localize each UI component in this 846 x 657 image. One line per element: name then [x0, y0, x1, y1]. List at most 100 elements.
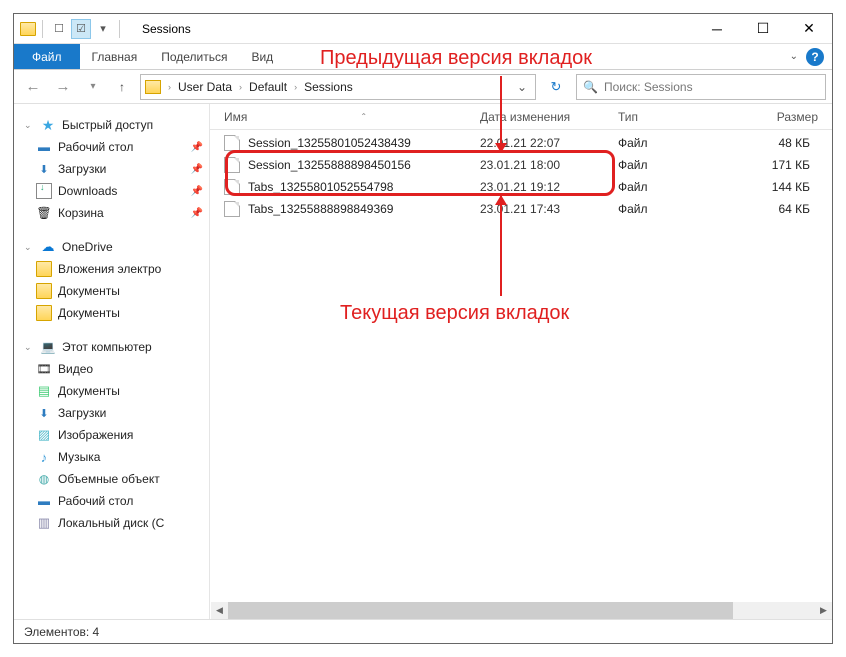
minimize-button[interactable]: ─ — [694, 14, 740, 44]
file-row[interactable]: Tabs_1325588889884936923.01.21 17:43Файл… — [210, 198, 832, 220]
column-size[interactable]: Размер — [728, 110, 818, 124]
sidebar-item-downloads-en[interactable]: Downloads📌 — [14, 180, 209, 202]
pin-icon: 📌 — [191, 164, 203, 175]
sidebar-item-label: Этот компьютер — [62, 340, 152, 354]
file-row[interactable]: Session_1325580105243843922.01.21 22:07Ф… — [210, 132, 832, 154]
sidebar-item-images[interactable]: Изображения — [14, 424, 209, 446]
sidebar-item-music[interactable]: Музыка — [14, 446, 209, 468]
file-name: Tabs_13255888898849369 — [248, 202, 480, 216]
folder-icon — [36, 305, 52, 321]
breadcrumb-1[interactable]: Default — [247, 80, 289, 94]
explorer-window: ☐ ☑ ▾ Sessions ─ ☐ ✕ Файл Главная Подели… — [13, 13, 833, 644]
close-button[interactable]: ✕ — [786, 14, 832, 44]
column-date[interactable]: Дата изменения — [480, 110, 618, 124]
file-name: Session_13255888898450156 — [248, 158, 480, 172]
column-type[interactable]: Тип — [618, 110, 728, 124]
sidebar-quick-access[interactable]: ⌄Быстрый доступ — [14, 114, 209, 136]
sidebar-item-3d-objects[interactable]: Объемные объект — [14, 468, 209, 490]
star-icon — [40, 117, 56, 133]
sidebar-this-pc[interactable]: ⌄Этот компьютер — [14, 336, 209, 358]
address-bar[interactable]: › User Data › Default › Sessions ⌄ — [140, 74, 536, 100]
sidebar-item-trash[interactable]: Корзина📌 — [14, 202, 209, 224]
sidebar-item-label: Локальный диск (C — [58, 516, 164, 530]
sidebar-item-documents-pc[interactable]: Документы — [14, 380, 209, 402]
title-bar: ☐ ☑ ▾ Sessions ─ ☐ ✕ — [14, 14, 832, 44]
ribbon-tab-share[interactable]: Поделиться — [149, 44, 239, 69]
cloud-icon — [40, 239, 56, 255]
window-folder-icon — [20, 22, 36, 36]
sidebar-item-documents[interactable]: Документы — [14, 280, 209, 302]
file-row[interactable]: Session_1325588889845015623.01.21 18:00Ф… — [210, 154, 832, 176]
breadcrumb-2[interactable]: Sessions — [302, 80, 355, 94]
sidebar-item-label: Корзина — [58, 206, 104, 220]
image-icon — [36, 427, 52, 443]
file-type: Файл — [618, 180, 728, 194]
address-dropdown-icon[interactable]: ⌄ — [513, 80, 531, 94]
sort-asc-icon: ⌃ — [360, 112, 367, 121]
search-input[interactable]: 🔍 Поиск: Sessions — [576, 74, 826, 100]
qat-dropdown-button[interactable]: ▾ — [93, 19, 113, 39]
horizontal-scrollbar[interactable]: ◀ ▶ — [211, 602, 832, 619]
maximize-button[interactable]: ☐ — [740, 14, 786, 44]
sidebar-item-downloads[interactable]: Загрузки 📌 — [14, 158, 209, 180]
chevron-right-icon[interactable]: › — [291, 82, 300, 92]
scroll-thumb[interactable] — [228, 602, 733, 619]
sidebar-item-disk-c[interactable]: Локальный диск (C — [14, 512, 209, 534]
sidebar-item-downloads-pc[interactable]: Загрузки — [14, 402, 209, 424]
document-icon — [36, 383, 52, 399]
sidebar-item-label: Документы — [58, 284, 120, 298]
search-placeholder: Поиск: Sessions — [604, 80, 693, 94]
column-label: Имя — [224, 110, 247, 124]
file-row[interactable]: Tabs_1325580105255479823.01.21 19:12Файл… — [210, 176, 832, 198]
qat-properties-button[interactable]: ☐ — [49, 19, 69, 39]
file-icon — [224, 157, 240, 173]
chevron-right-icon[interactable]: › — [236, 82, 245, 92]
scroll-left-button[interactable]: ◀ — [211, 602, 228, 619]
nav-up-button[interactable]: ↑ — [110, 75, 134, 99]
nav-forward-button[interactable]: → — [50, 74, 76, 100]
nav-history-dropdown[interactable]: ▾ — [80, 74, 106, 100]
sidebar-onedrive[interactable]: ⌄OneDrive — [14, 236, 209, 258]
column-headers: Имя ⌃ Дата изменения Тип Размер — [210, 104, 832, 130]
file-date: 23.01.21 17:43 — [480, 202, 618, 216]
file-type: Файл — [618, 158, 728, 172]
ribbon-tab-file[interactable]: Файл — [14, 44, 80, 69]
file-size: 171 КБ — [728, 158, 810, 172]
file-type: Файл — [618, 202, 728, 216]
window-title: Sessions — [142, 22, 191, 36]
ribbon-expand-icon[interactable]: ⌄ — [790, 51, 798, 62]
chevron-right-icon[interactable]: › — [165, 82, 174, 92]
refresh-button[interactable]: ↻ — [542, 74, 570, 100]
help-icon[interactable]: ? — [806, 48, 824, 66]
sidebar-item-label: OneDrive — [62, 240, 113, 254]
breadcrumb-0[interactable]: User Data — [176, 80, 234, 94]
scroll-right-button[interactable]: ▶ — [815, 602, 832, 619]
nav-back-button[interactable]: ← — [20, 74, 46, 100]
sidebar-item-label: Документы — [58, 384, 120, 398]
disk-icon — [36, 515, 52, 531]
ribbon-tabs: Файл Главная Поделиться Вид ⌄ ? — [14, 44, 832, 70]
sidebar-item-documents-2[interactable]: Документы — [14, 302, 209, 324]
scroll-track[interactable] — [228, 602, 815, 619]
sidebar-item-attachments[interactable]: Вложения электро — [14, 258, 209, 280]
sidebar-item-label: Объемные объект — [58, 472, 160, 486]
ribbon-tab-home[interactable]: Главная — [80, 44, 150, 69]
ribbon-tab-view[interactable]: Вид — [239, 44, 285, 69]
sidebar-item-label: Видео — [58, 362, 93, 376]
download-icon — [36, 161, 52, 177]
file-list-pane[interactable]: Имя ⌃ Дата изменения Тип Размер Session_1… — [210, 104, 832, 619]
column-name[interactable]: Имя ⌃ — [224, 110, 480, 124]
file-name: Session_13255801052438439 — [248, 136, 480, 150]
sidebar-item-label: Загрузки — [58, 162, 106, 176]
sidebar-item-desktop[interactable]: Рабочий стол📌 — [14, 136, 209, 158]
sidebar-item-label: Музыка — [58, 450, 100, 464]
download-icon — [36, 405, 52, 421]
music-icon — [36, 449, 52, 465]
cube-icon — [36, 471, 52, 487]
qat-checked-button[interactable]: ☑ — [71, 19, 91, 39]
sidebar-item-desktop-pc[interactable]: Рабочий стол — [14, 490, 209, 512]
sidebar-item-video[interactable]: Видео — [14, 358, 209, 380]
navigation-pane[interactable]: ⌄Быстрый доступ Рабочий стол📌 Загрузки📌 … — [14, 104, 210, 619]
sidebar-item-label: Быстрый доступ — [62, 118, 153, 132]
file-icon — [224, 135, 240, 151]
